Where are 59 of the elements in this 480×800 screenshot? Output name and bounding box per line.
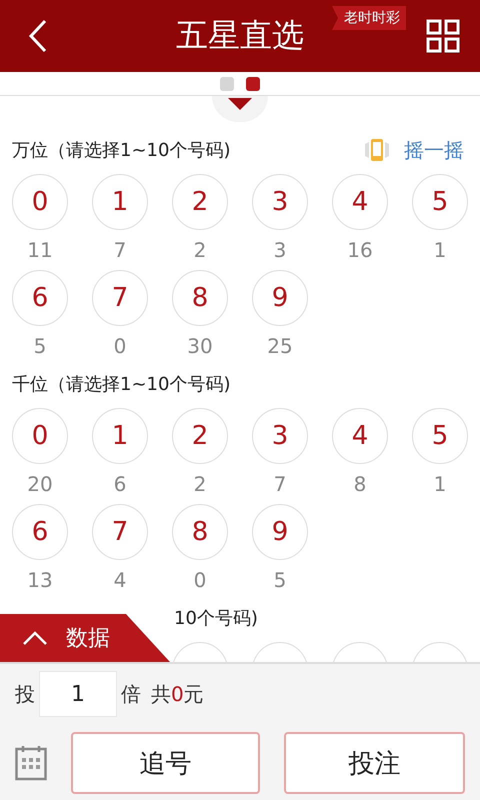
miss-count: 0	[114, 333, 126, 360]
miss-count: 2	[194, 237, 206, 264]
section-title: 10个号码)	[174, 607, 258, 630]
shake-link[interactable]: 摇一摇	[404, 136, 464, 164]
number-ball[interactable]: 8	[172, 270, 228, 326]
miss-count: 30	[187, 333, 213, 360]
number-ball[interactable]: 1	[92, 408, 148, 464]
number-ball[interactable]: 0	[12, 174, 68, 230]
miss-count: 3	[274, 237, 286, 264]
number-ball[interactable]: 0	[12, 408, 68, 464]
number-ball[interactable]: 6	[12, 504, 68, 560]
total-amount: 共0元	[151, 680, 204, 708]
page-title: 五星直选	[176, 15, 304, 56]
miss-count: 20	[27, 471, 53, 498]
miss-count: 1	[434, 471, 446, 498]
section-title: 万位（请选择1~10个号码)	[12, 139, 230, 162]
miss-count: 11	[27, 237, 53, 264]
number-ball[interactable]: 8	[172, 504, 228, 560]
number-ball[interactable]: 1	[92, 174, 148, 230]
number-ball[interactable]: 5	[412, 408, 468, 464]
number-ball[interactable]: 3	[252, 174, 308, 230]
miss-count: 0	[194, 567, 206, 594]
number-ball[interactable]: 6	[12, 270, 68, 326]
ribbon-badge: 老时时彩	[332, 6, 406, 30]
number-ball[interactable]: 3	[252, 408, 308, 464]
miss-count: 7	[274, 471, 286, 498]
miss-count: 5	[274, 567, 286, 594]
number-ball[interactable]: 2	[172, 174, 228, 230]
calendar-icon[interactable]	[15, 745, 47, 781]
grid-menu-icon[interactable]	[426, 19, 460, 53]
number-ball[interactable]: 4	[332, 174, 388, 230]
miss-count: 5	[34, 333, 46, 360]
chevron-up-icon	[22, 630, 48, 646]
action-button[interactable]: 追号	[71, 732, 260, 794]
pull-down-handle[interactable]	[212, 96, 268, 122]
section-title: 千位（请选择1~10个号码)	[12, 373, 230, 396]
action-button[interactable]: 投注	[284, 732, 465, 794]
miss-count: 6	[114, 471, 126, 498]
miss-count: 1	[434, 237, 446, 264]
number-ball[interactable]: 5	[412, 174, 468, 230]
miss-count: 8	[354, 471, 366, 498]
multiple-label: 倍	[121, 680, 141, 708]
bet-label: 投	[15, 680, 35, 708]
miss-count: 25	[267, 333, 293, 360]
number-ball[interactable]: 9	[252, 270, 308, 326]
number-ball[interactable]: 2	[172, 408, 228, 464]
number-ball[interactable]: 7	[92, 270, 148, 326]
data-tab[interactable]: 数据	[0, 614, 170, 662]
number-ball[interactable]: 9	[252, 504, 308, 560]
back-icon[interactable]	[28, 19, 48, 53]
multiple-input[interactable]: 1	[39, 671, 117, 717]
miss-count: 2	[194, 471, 206, 498]
number-ball[interactable]: 7	[92, 504, 148, 560]
number-ball[interactable]: 4	[332, 408, 388, 464]
miss-count: 16	[347, 237, 373, 264]
miss-count: 7	[114, 237, 126, 264]
miss-count: 4	[114, 567, 126, 594]
miss-count: 13	[27, 567, 53, 594]
shake-phone-icon[interactable]	[362, 138, 392, 162]
